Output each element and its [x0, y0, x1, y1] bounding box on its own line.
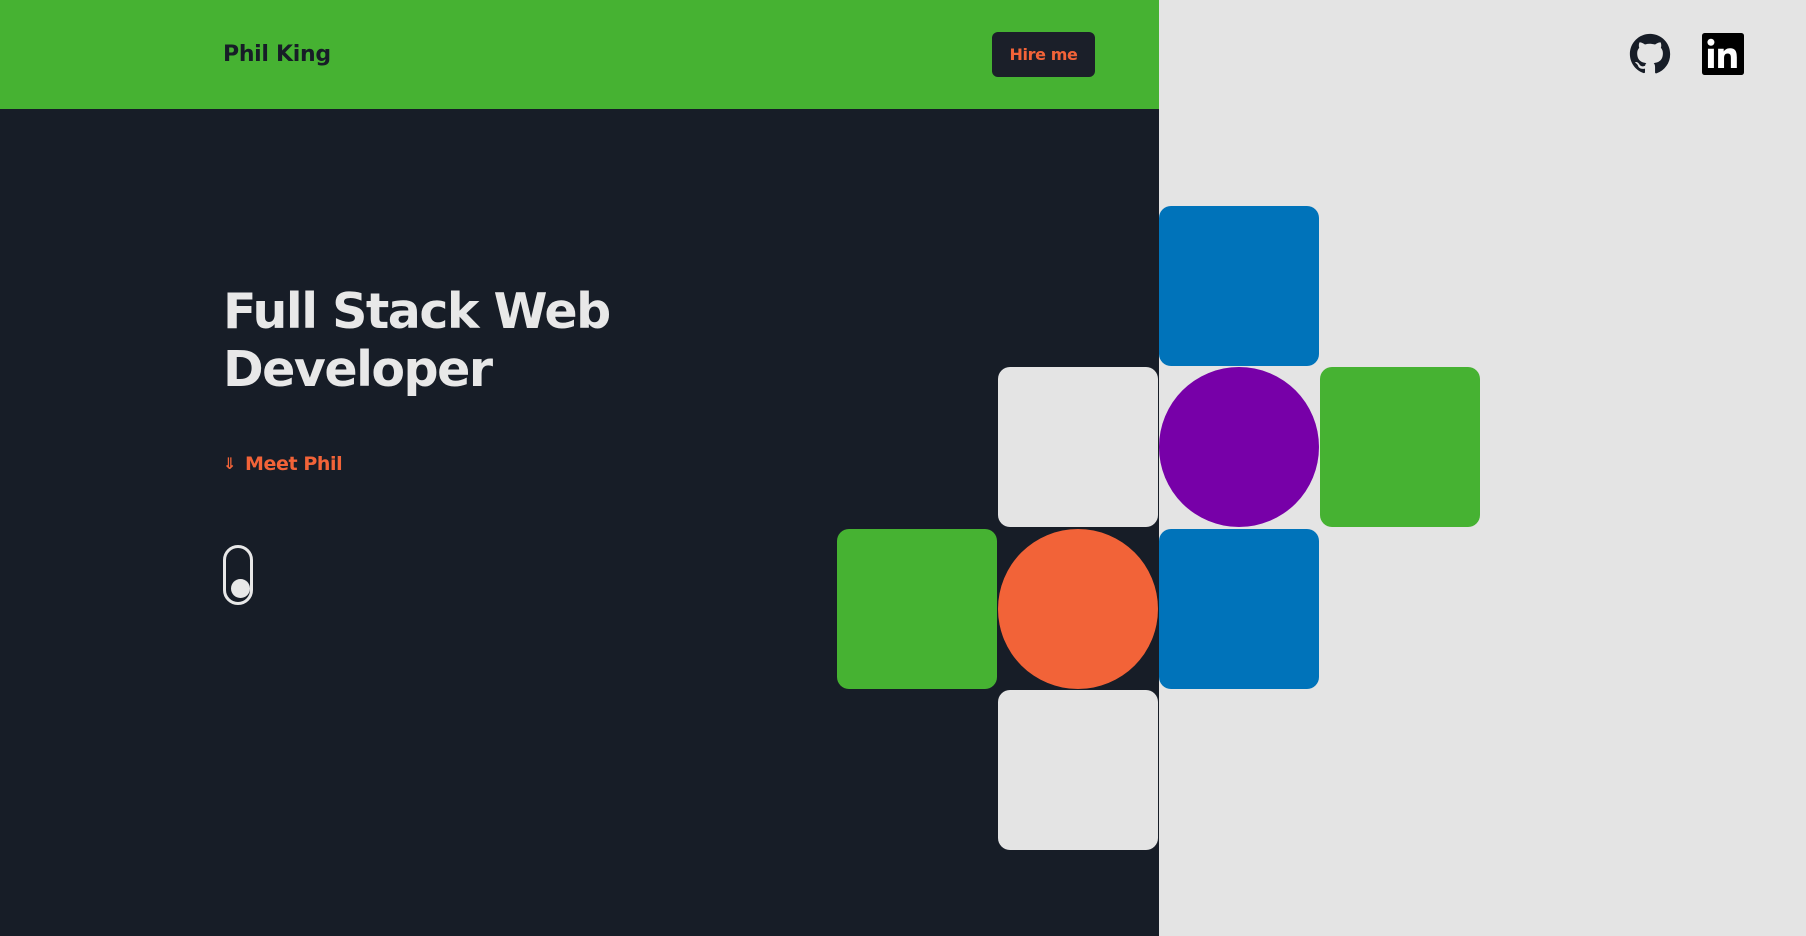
page: Phil King Hire me Full Stack Web Develop… — [0, 0, 1806, 936]
brand-name[interactable]: Phil King — [223, 42, 331, 67]
hire-me-button[interactable]: Hire me — [992, 32, 1095, 77]
green-square-right — [1320, 367, 1480, 527]
light-square-lower — [998, 690, 1158, 850]
linkedin-icon — [1702, 33, 1744, 75]
header-bar: Phil King Hire me — [0, 0, 1159, 109]
orange-circle — [998, 529, 1158, 689]
hero-title-line-1: Full Stack Web — [223, 283, 611, 340]
light-square-upper — [998, 367, 1158, 527]
hero-title-line-2: Developer — [223, 341, 493, 398]
green-square-left — [837, 529, 997, 689]
arrow-down-icon: ⇓ — [223, 454, 237, 473]
linkedin-link[interactable] — [1702, 33, 1744, 75]
github-icon — [1629, 33, 1671, 74]
hero-title: Full Stack Web Developer — [223, 283, 723, 399]
theme-toggle[interactable] — [223, 545, 253, 605]
toggle-knob — [231, 579, 250, 598]
meet-phil-label: Meet Phil — [245, 453, 343, 475]
github-link[interactable] — [1629, 33, 1671, 75]
blue-square-bottom — [1159, 529, 1319, 689]
blue-square-top — [1159, 206, 1319, 366]
meet-phil-link[interactable]: ⇓ Meet Phil — [223, 453, 343, 475]
purple-circle — [1159, 367, 1319, 527]
